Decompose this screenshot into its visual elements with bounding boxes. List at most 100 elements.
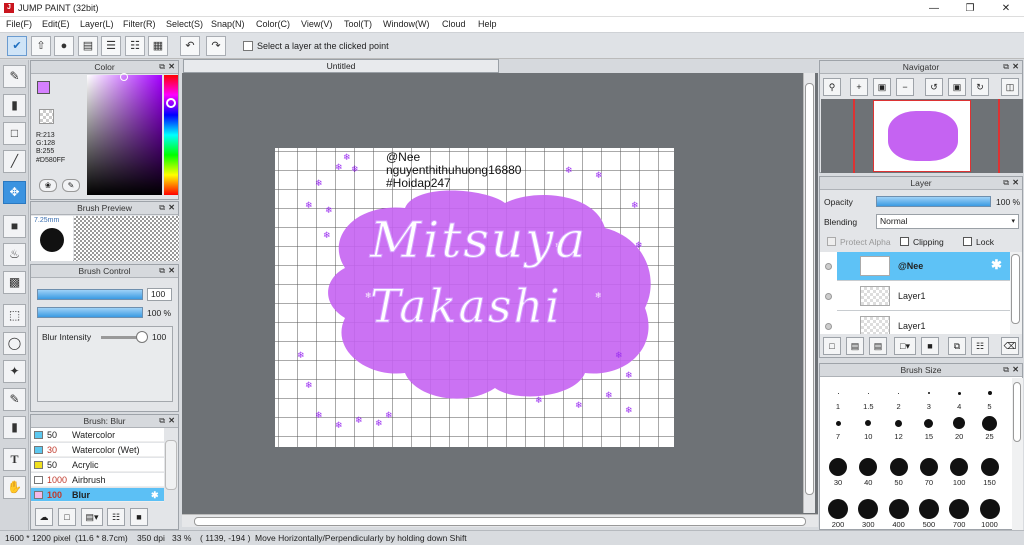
color-picker-handle[interactable] — [120, 73, 128, 81]
gradient-tool-icon[interactable]: ▩ — [3, 271, 26, 294]
bucket-tool-icon[interactable]: ♨ — [3, 243, 26, 266]
saturation-value-picker[interactable] — [87, 75, 162, 195]
panel-float-icon[interactable]: ⧉ — [1003, 364, 1009, 376]
horizontal-scrollbar-thumb[interactable] — [194, 517, 806, 526]
menu-layer[interactable]: Layer(L) — [80, 19, 114, 29]
protect-alpha-checkbox[interactable] — [827, 237, 836, 246]
menu-edit[interactable]: Edit(E) — [42, 19, 70, 29]
menu-color[interactable]: Color(C) — [256, 19, 290, 29]
merge-layer-icon[interactable]: ☷ — [971, 337, 989, 355]
hand-tool-icon[interactable]: ✋ — [3, 476, 26, 499]
lasso-tool-icon[interactable]: ◯ — [3, 332, 26, 355]
brush-size-option[interactable]: 100 — [945, 456, 973, 487]
rotate-right-icon[interactable]: ↻ — [971, 78, 989, 96]
select-eraser-tool-icon[interactable]: ▮ — [3, 416, 26, 439]
navigator-thumbnail[interactable] — [873, 100, 971, 172]
flip-icon[interactable]: ◫ — [1001, 78, 1019, 96]
horizontal-scrollbar[interactable] — [182, 514, 818, 527]
menu-filter[interactable]: Filter(R) — [123, 19, 156, 29]
menu-cloud[interactable]: Cloud — [442, 19, 466, 29]
brush-size-scrollbar-thumb[interactable] — [1013, 382, 1021, 442]
panel-close-icon[interactable]: ✕ — [168, 202, 175, 214]
layer-menu-icon[interactable]: □▾ — [894, 337, 916, 355]
brush-size-value[interactable]: 100 — [147, 288, 172, 301]
brush-size-option[interactable]: 15 — [915, 414, 943, 441]
layer-settings-icon[interactable]: ✱ — [991, 257, 1002, 273]
brush-size-option[interactable]: 200 — [824, 498, 852, 529]
select-rect-tool-icon[interactable]: ⬚ — [3, 304, 26, 327]
panel-close-icon[interactable]: ✕ — [1012, 364, 1019, 376]
layer-opacity-slider[interactable] — [876, 196, 991, 207]
eyedropper-icon[interactable]: ✎ — [62, 179, 80, 192]
new-brush-icon[interactable]: □ — [58, 508, 76, 526]
panel-float-icon[interactable]: ⧉ — [1003, 177, 1009, 189]
line-tool-icon[interactable]: ╱ — [3, 150, 26, 173]
redo-icon[interactable]: ↷ — [206, 36, 226, 56]
brush-size-option[interactable]: 3 — [915, 384, 943, 411]
panel-close-icon[interactable]: ✕ — [168, 61, 175, 73]
brush-size-option[interactable]: 10 — [854, 414, 882, 441]
palette-icon[interactable]: ❀ — [39, 179, 57, 192]
rotate-left-icon[interactable]: ↺ — [925, 78, 943, 96]
hue-slider[interactable] — [164, 75, 178, 195]
brush-size-option[interactable]: 12 — [885, 414, 913, 441]
brush-item-airbrush[interactable]: 1000 Airbrush — [31, 473, 164, 487]
undo-icon[interactable]: ↶ — [180, 36, 200, 56]
brush-folder-icon[interactable]: ■ — [130, 508, 148, 526]
navigator-preview-area[interactable] — [821, 99, 1023, 173]
settings-gear-icon[interactable]: ✱ — [151, 488, 159, 502]
brush-size-option[interactable]: 40 — [854, 456, 882, 487]
new-layer-8bit-icon[interactable]: ▤ — [846, 337, 864, 355]
zoom-fit-icon[interactable]: ⚲ — [823, 78, 841, 96]
blur-intensity-handle[interactable] — [136, 331, 148, 343]
brush-size-option[interactable]: 2 — [885, 384, 913, 411]
cloud-brush-icon[interactable]: ☁ — [35, 508, 53, 526]
layer-item-layer1[interactable]: Layer1 — [837, 282, 1010, 311]
panel-close-icon[interactable]: ✕ — [168, 265, 175, 277]
panel-float-icon[interactable]: ⧉ — [159, 202, 165, 214]
brush-size-option[interactable]: 300 — [854, 498, 882, 529]
new-layer-icon[interactable]: □ — [823, 337, 841, 355]
duplicate-layer-icon[interactable]: ⧉ — [948, 337, 966, 355]
brush-size-option[interactable]: 700 — [945, 498, 973, 529]
panel-float-icon[interactable]: ⧉ — [1003, 61, 1009, 73]
drawing-canvas[interactable]: ❄ ❄ ❄ ❄ ❄ ❄ ❄ ❄ ❄ ❄ ❄ ❄ ❄ ❄ ❄ ❄ ❄ ❄ ❄ ❄ ❄ ❄ ❄ ❄ ❄ ❄ ❄ @Nee… — [275, 148, 674, 447]
delete-layer-icon[interactable]: ⌫ — [1001, 337, 1019, 355]
brush-tool-icon[interactable]: ✎ — [3, 65, 26, 88]
brush-size-option[interactable]: 150 — [976, 456, 1004, 487]
magic-wand-tool-icon[interactable]: ✦ — [3, 360, 26, 383]
panel-close-icon[interactable]: ✕ — [1012, 177, 1019, 189]
brush-size-option[interactable]: 1000 — [976, 498, 1004, 529]
select-layer-checkbox[interactable] — [243, 41, 253, 51]
menu-help[interactable]: Help — [478, 19, 497, 29]
list-icon[interactable]: ☷ — [125, 36, 145, 56]
menu-tool[interactable]: Tool(T) — [344, 19, 372, 29]
brush-size-option[interactable]: 1.5 — [854, 384, 882, 411]
vertical-scrollbar-thumb[interactable] — [805, 83, 814, 495]
blending-select[interactable]: Normal ▾ — [876, 214, 1019, 229]
panel-close-icon[interactable]: ✕ — [1012, 61, 1019, 73]
brush-size-option[interactable]: 400 — [885, 498, 913, 529]
clipping-checkbox[interactable] — [900, 237, 909, 246]
comment-icon[interactable]: ▤ — [78, 36, 98, 56]
foreground-color-swatch[interactable] — [37, 81, 50, 94]
brush-size-option[interactable]: 25 — [976, 414, 1004, 441]
hue-slider-handle[interactable] — [166, 98, 176, 108]
menu-window[interactable]: Window(W) — [383, 19, 430, 29]
brush-item-watercolor-wet[interactable]: 30 Watercolor (Wet) — [31, 443, 164, 457]
document-icon[interactable]: ☰ — [101, 36, 121, 56]
select-pen-tool-icon[interactable]: ✎ — [3, 388, 26, 411]
chat-icon[interactable]: ● — [54, 36, 74, 56]
zoom-in-icon[interactable]: + — [850, 78, 868, 96]
brush-size-option[interactable]: 4 — [945, 384, 973, 411]
grid-icon[interactable]: ▦ — [148, 36, 168, 56]
brush-menu-icon[interactable]: ▤▾ — [81, 508, 103, 526]
menu-select[interactable]: Select(S) — [166, 19, 203, 29]
minimize-button[interactable]: — — [916, 0, 952, 17]
brush-list-scrollbar[interactable] — [165, 440, 177, 490]
zoom-out-icon[interactable]: − — [896, 78, 914, 96]
brush-opacity-slider[interactable] — [37, 307, 143, 318]
text-tool-icon[interactable]: T — [3, 448, 26, 471]
menu-view[interactable]: View(V) — [301, 19, 332, 29]
layer-item-nee[interactable]: @Nee ✱ — [837, 252, 1010, 281]
